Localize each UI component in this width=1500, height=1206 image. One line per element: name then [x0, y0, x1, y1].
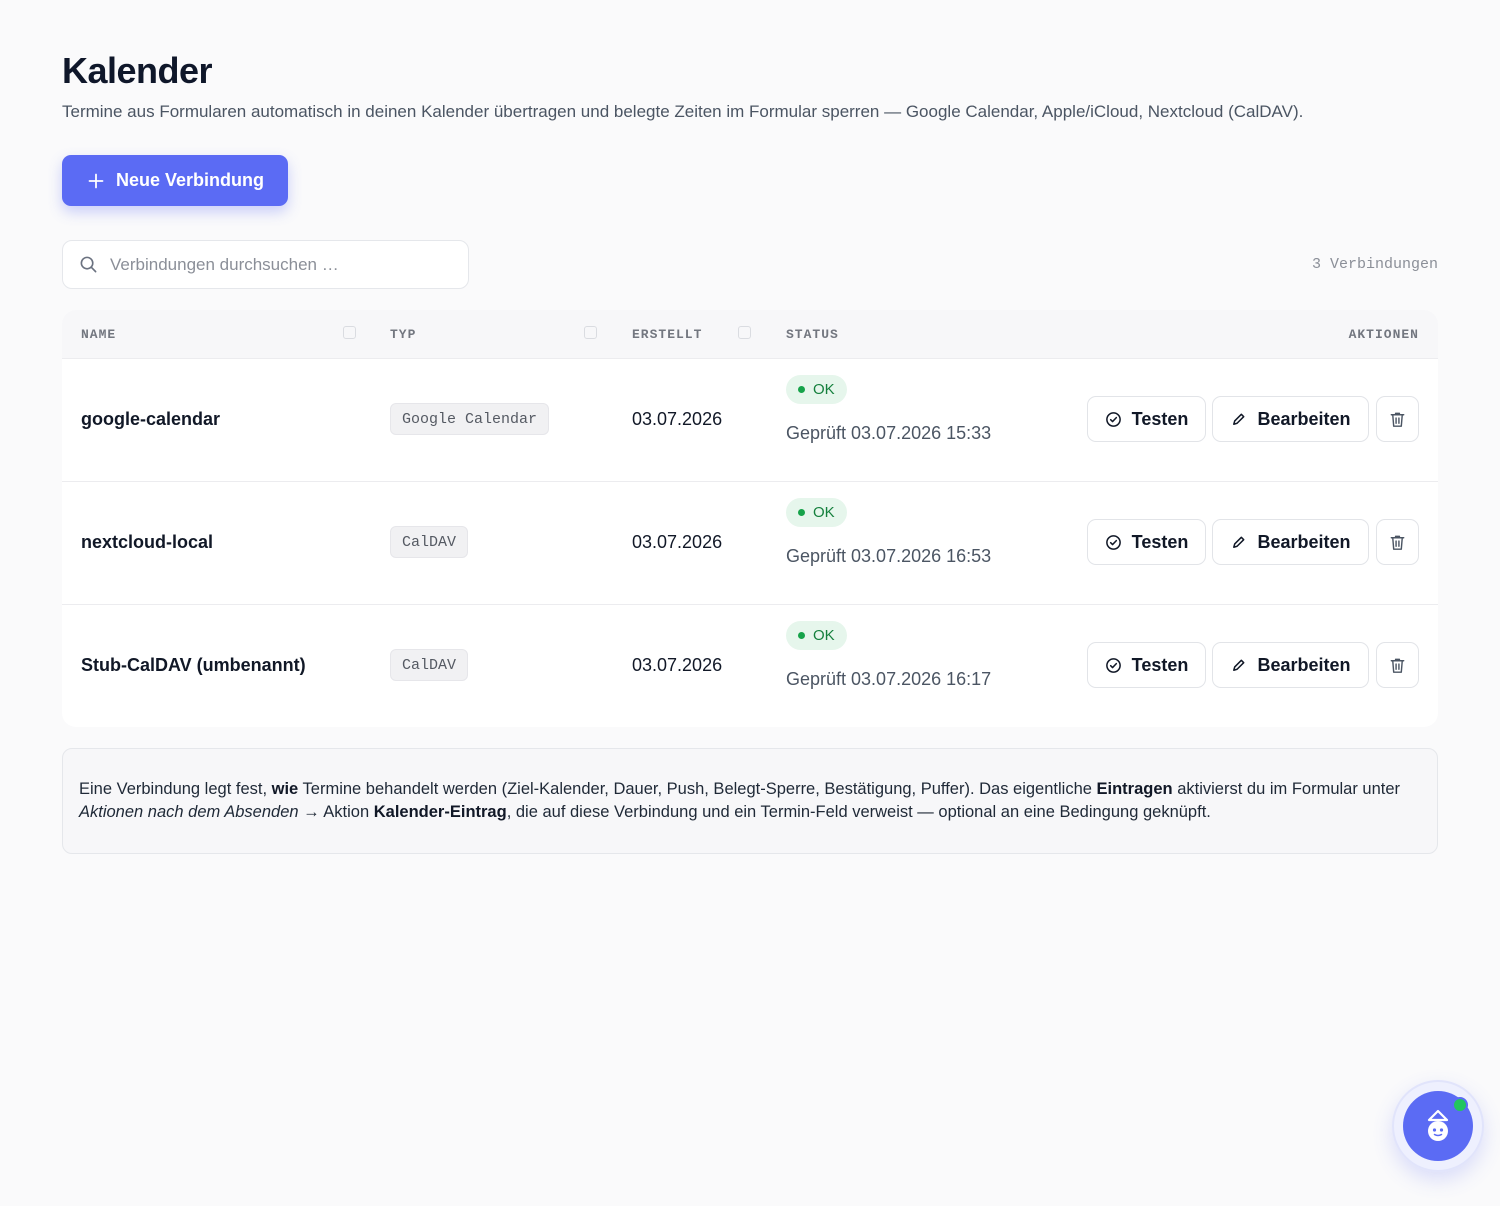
pencil-icon: [1233, 536, 1245, 548]
page-title: Kalender: [62, 50, 213, 91]
created-date: 03.07.2026: [632, 409, 723, 429]
check-circle-icon: [1105, 657, 1121, 673]
pencil-icon: [1233, 659, 1245, 671]
type-badge: CalDAV: [390, 526, 469, 558]
search-input[interactable]: [108, 253, 452, 276]
connection-count: 3 Verbindungen: [1311, 256, 1438, 273]
sort-toggle-type[interactable]: [584, 326, 597, 339]
edit-button[interactable]: Bearbeiten: [1212, 519, 1369, 565]
type-badge: CalDAV: [390, 649, 469, 681]
plus-icon: [88, 173, 104, 188]
column-header-name[interactable]: NAME: [81, 327, 116, 342]
checked-timestamp: Geprüft 03.07.2026 16:53: [786, 546, 992, 566]
connection-name: Stub-CalDAV (umbenannt): [81, 655, 306, 675]
trash-icon: [1390, 535, 1405, 550]
table-row: google-calendar Google Calendar 03.07.20…: [62, 359, 1438, 482]
status-label: OK: [813, 504, 835, 521]
created-date: 03.07.2026: [632, 532, 723, 552]
search-box[interactable]: [62, 240, 469, 289]
online-status-dot: [1452, 1097, 1468, 1113]
column-header-status: STATUS: [786, 327, 839, 342]
trash-icon: [1390, 412, 1405, 427]
page-subtitle: Termine aus Formularen automatisch in de…: [62, 102, 1304, 121]
type-badge: Google Calendar: [390, 403, 550, 435]
connection-name: google-calendar: [81, 409, 221, 429]
check-circle-icon: [1105, 411, 1121, 427]
edit-button-label: Bearbeiten: [1257, 531, 1351, 552]
test-button[interactable]: Testen: [1087, 519, 1206, 565]
trash-icon: [1390, 658, 1405, 673]
robot-assistant-icon: [1427, 1109, 1449, 1141]
edit-button-label: Bearbeiten: [1257, 654, 1351, 675]
test-button-label: Testen: [1131, 408, 1189, 429]
edit-button[interactable]: Bearbeiten: [1212, 396, 1369, 442]
pencil-icon: [1233, 413, 1245, 425]
status-label: OK: [813, 381, 835, 398]
table-row: Stub-CalDAV (umbenannt) CalDAV 03.07.202…: [62, 605, 1438, 727]
column-header-created[interactable]: ERSTELLT: [632, 327, 702, 342]
edit-button[interactable]: Bearbeiten: [1212, 642, 1369, 688]
assistant-launcher[interactable]: [1392, 1080, 1484, 1172]
column-header-type[interactable]: TYP: [390, 327, 416, 342]
test-button[interactable]: Testen: [1087, 642, 1206, 688]
status-dot-icon: [798, 386, 805, 393]
connections-table: NAME TYP ERSTELLT STATUS AKTIONEN google…: [62, 310, 1438, 727]
new-connection-button[interactable]: Neue Verbindung: [62, 155, 289, 206]
delete-button[interactable]: [1376, 642, 1419, 688]
delete-button[interactable]: [1376, 519, 1419, 565]
status-dot-icon: [798, 632, 805, 639]
status-badge: OK: [786, 621, 847, 650]
status-label: OK: [813, 627, 835, 644]
test-button-label: Testen: [1131, 654, 1189, 675]
status-dot-icon: [798, 509, 805, 516]
info-note: Eine Verbindung legt fest, wie Termine b…: [62, 748, 1438, 854]
edit-button-label: Bearbeiten: [1257, 408, 1351, 429]
checked-timestamp: Geprüft 03.07.2026 16:17: [786, 669, 992, 689]
check-circle-icon: [1105, 534, 1121, 550]
table-header: NAME TYP ERSTELLT STATUS AKTIONEN: [62, 310, 1438, 359]
sort-toggle-name[interactable]: [343, 326, 356, 339]
test-button[interactable]: Testen: [1087, 396, 1206, 442]
created-date: 03.07.2026: [632, 655, 723, 675]
status-badge: OK: [786, 498, 847, 527]
table-row: nextcloud-local CalDAV 03.07.2026 OK Gep…: [62, 482, 1438, 605]
search-icon: [80, 256, 97, 273]
delete-button[interactable]: [1376, 396, 1419, 442]
test-button-label: Testen: [1131, 531, 1189, 552]
column-header-actions: AKTIONEN: [1348, 327, 1419, 342]
sort-toggle-created[interactable]: [738, 326, 751, 339]
new-connection-label: Neue Verbindung: [116, 170, 265, 190]
checked-timestamp: Geprüft 03.07.2026 15:33: [786, 423, 992, 443]
connection-name: nextcloud-local: [81, 532, 214, 552]
status-badge: OK: [786, 375, 847, 404]
